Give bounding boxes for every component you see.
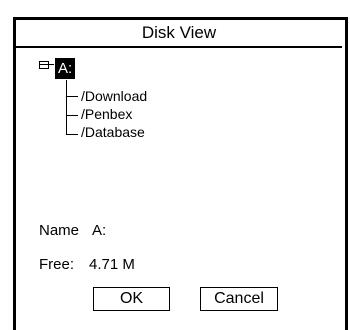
name-label: Name (39, 222, 80, 239)
tree-connector (66, 80, 67, 134)
tree-folder-download[interactable]: /Download (81, 88, 147, 104)
dialog-title: Disk View (16, 20, 342, 48)
tree-connector (66, 134, 78, 135)
tree-collapse-icon[interactable] (39, 61, 49, 69)
cancel-button[interactable]: Cancel (200, 287, 278, 311)
name-value: A: (92, 222, 107, 239)
tree-folder-penbex[interactable]: /Penbex (81, 106, 132, 122)
free-space-value: 4.71 M (89, 256, 135, 273)
free-label: Free: (39, 256, 75, 273)
tree-connector (66, 115, 78, 116)
tree-folder-database[interactable]: /Database (81, 124, 145, 140)
tree-drive-a[interactable]: A: (55, 58, 76, 79)
ok-button[interactable]: OK (93, 287, 170, 311)
tree-connector (49, 64, 54, 65)
tree-connector (66, 96, 78, 97)
